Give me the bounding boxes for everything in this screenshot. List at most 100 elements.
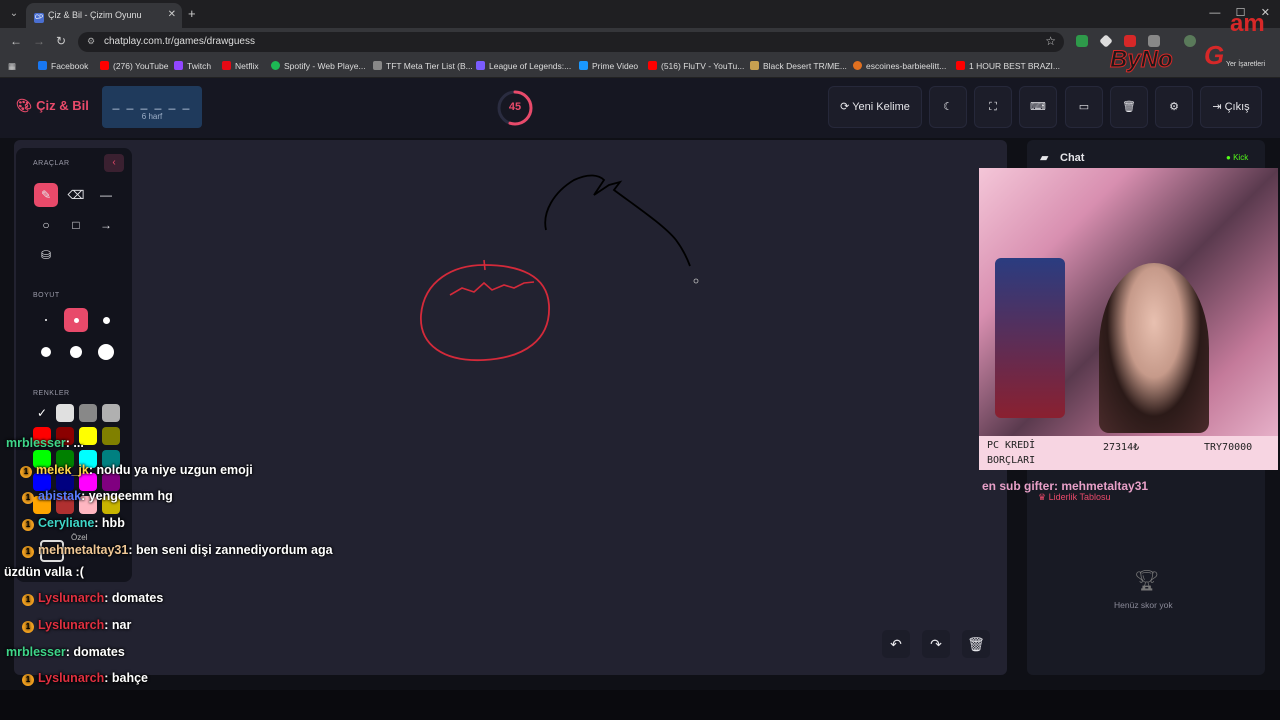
brush-tool[interactable]: ✎ [34,183,58,207]
size-6-button[interactable] [94,340,118,364]
chat-username: mrblesser [6,436,66,450]
extension-shield-icon[interactable] [1076,35,1088,47]
fullscreen-button[interactable]: ⛶ [974,86,1012,128]
sub-badge-icon: 1 [22,621,34,633]
clear-canvas-button[interactable]: 🗑︎ [962,630,990,658]
goal-label-line1: PC KREDİ [987,440,1036,451]
archive-icon: ▭ [1078,101,1090,113]
goal-target: TRY70000 [1204,442,1253,453]
stream-chat-line: üzdün valla :( [4,565,84,579]
size-dot [103,317,110,324]
tools-section-label: ARAÇLAR [33,160,70,167]
url-bar[interactable]: ⚙ chatplay.com.tr/games/drawguess ☆ [78,32,1064,52]
tab-favicon-icon: CP [34,13,44,23]
archive-button[interactable]: ▭ [1065,86,1103,128]
trash-icon: 🗑︎ [967,636,985,652]
palette-icon: 🎨︎ [16,98,33,113]
size-2-button[interactable] [64,308,88,332]
dark-mode-button[interactable]: ☾ [929,86,967,128]
stream-chat-line: mrblesser: domates [6,645,125,659]
bookmark-tft[interactable]: TFT Meta Tier List (B... [373,61,473,71]
color-swatch[interactable] [79,404,97,422]
stream-chat-line: 1 mehmetaltay31: ben seni dişi zannediyor… [22,543,333,558]
line-tool[interactable]: — [94,183,118,207]
redo-icon: ↷ [930,636,942,652]
line-icon: — [100,188,112,202]
webcam-overlay: PC KREDİ BORÇLARI 27314₺ TRY70000 [979,168,1278,470]
trash-icon: 🗑︎ [1122,101,1136,113]
delete-button[interactable]: 🗑︎ [1110,86,1148,128]
app-brand[interactable]: 🎨︎ Çiz & Bil [16,98,89,114]
arrow-right-icon: → [100,218,112,232]
chat-username: melek_jk [36,463,89,477]
tab-search-icon[interactable]: ⌄ [6,6,22,22]
circle-tool[interactable]: ○ [34,213,58,237]
bookmark-youtube[interactable]: (276) YouTube [100,61,168,71]
undo-button[interactable]: ↶ [882,630,910,658]
bookmark-star-icon[interactable]: ☆ [1045,34,1056,48]
trophy-icon: 🏆︎ [1134,570,1160,592]
size-4-button[interactable] [34,340,58,364]
back-icon[interactable]: ← [10,34,22,48]
size-section-label: BOYUT [33,292,60,299]
fill-tool[interactable]: ⛁ [34,243,58,267]
bookmark-netflix[interactable]: Netflix [222,61,259,71]
rectangle-tool[interactable]: □ [64,213,88,237]
undo-icon: ↶ [890,636,902,652]
bottom-strip [0,690,1280,720]
bookmark-flutv[interactable]: (516) FluTV - YouTu... [648,61,744,71]
sub-badge-icon: 1 [22,492,34,504]
size-5-button[interactable] [64,340,88,364]
bookmark-facebook[interactable]: Facebook [38,61,88,71]
chat-message: : domates [104,591,164,605]
chat-username: Lyslunarch [38,618,105,632]
settings-button[interactable]: ⚙ [1155,86,1193,128]
color-swatch[interactable]: ✓ [33,404,51,422]
chat-message: : ben seni dişi zannediyordum aga [128,543,333,557]
youtube-icon [648,61,657,70]
poster-image [995,258,1065,418]
url-text: chatplay.com.tr/games/drawguess [104,36,255,47]
word-letter-count: 6 harf [141,112,163,121]
square-icon: □ [72,218,80,232]
top-gifter: en sub gifter: mehmetaltay31 [982,479,1149,493]
bookmark-lol[interactable]: League of Legends:... [476,61,571,71]
new-tab-button[interactable]: + [188,6,196,21]
color-swatch[interactable] [102,404,120,422]
streamer-logo: ByNo G am [1100,4,1270,78]
bookmark-escoines[interactable]: escoines-barbieelitt... [853,61,946,71]
bookmark-brazil[interactable]: 1 HOUR BEST BRAZI... [956,61,1060,71]
bookmark-prime[interactable]: Prime Video [579,61,638,71]
app-header: 🎨︎ Çiz & Bil _ _ _ _ _ _ 6 harf 45 ⟳ Yen… [0,78,1280,138]
stream-chat-line: 1 Lyslunarch: domates [22,591,163,606]
color-swatch[interactable] [56,404,74,422]
size-3-button[interactable] [94,308,118,332]
keyboard-button[interactable]: ⌨ [1019,86,1057,128]
logout-button[interactable]: ⇥ Çıkış [1200,86,1262,128]
color-swatch[interactable] [102,427,120,445]
eraser-tool[interactable]: ⌫ [64,183,88,207]
chat-message: : ... [65,436,84,450]
new-word-button[interactable]: ⟳ Yeni Kelime [828,86,922,128]
apps-grid-icon[interactable]: ▦ [8,61,16,72]
custom-color-label: Özel [71,533,88,542]
close-tab-icon[interactable]: ✕ [168,9,176,20]
bookmark-twitch[interactable]: Twitch [174,61,211,71]
size-dot [70,346,82,358]
forward-icon[interactable]: → [33,34,45,48]
browser-tab[interactable]: CP Çiz & Bil - Çizim Oyunu ✕ [26,3,182,28]
bookmark-blackdesert[interactable]: Black Desert TR/ME... [750,61,847,71]
tft-icon [373,61,382,70]
arrow-tool[interactable]: → [94,213,118,237]
redo-button[interactable]: ↷ [922,630,950,658]
bookmark-spotify[interactable]: Spotify - Web Playe... [271,61,366,71]
site-info-icon[interactable]: ⚙ [87,36,95,47]
size-dot [45,319,47,321]
crown-icon: ♛ [1038,492,1047,502]
red-circle-stroke [420,264,550,361]
size-dot [74,318,79,323]
size-1-button[interactable] [34,308,58,332]
brush-icon: ✎ [40,188,52,202]
reload-icon[interactable]: ↻ [56,34,66,48]
collapse-tools-button[interactable]: ‹ [104,154,124,172]
